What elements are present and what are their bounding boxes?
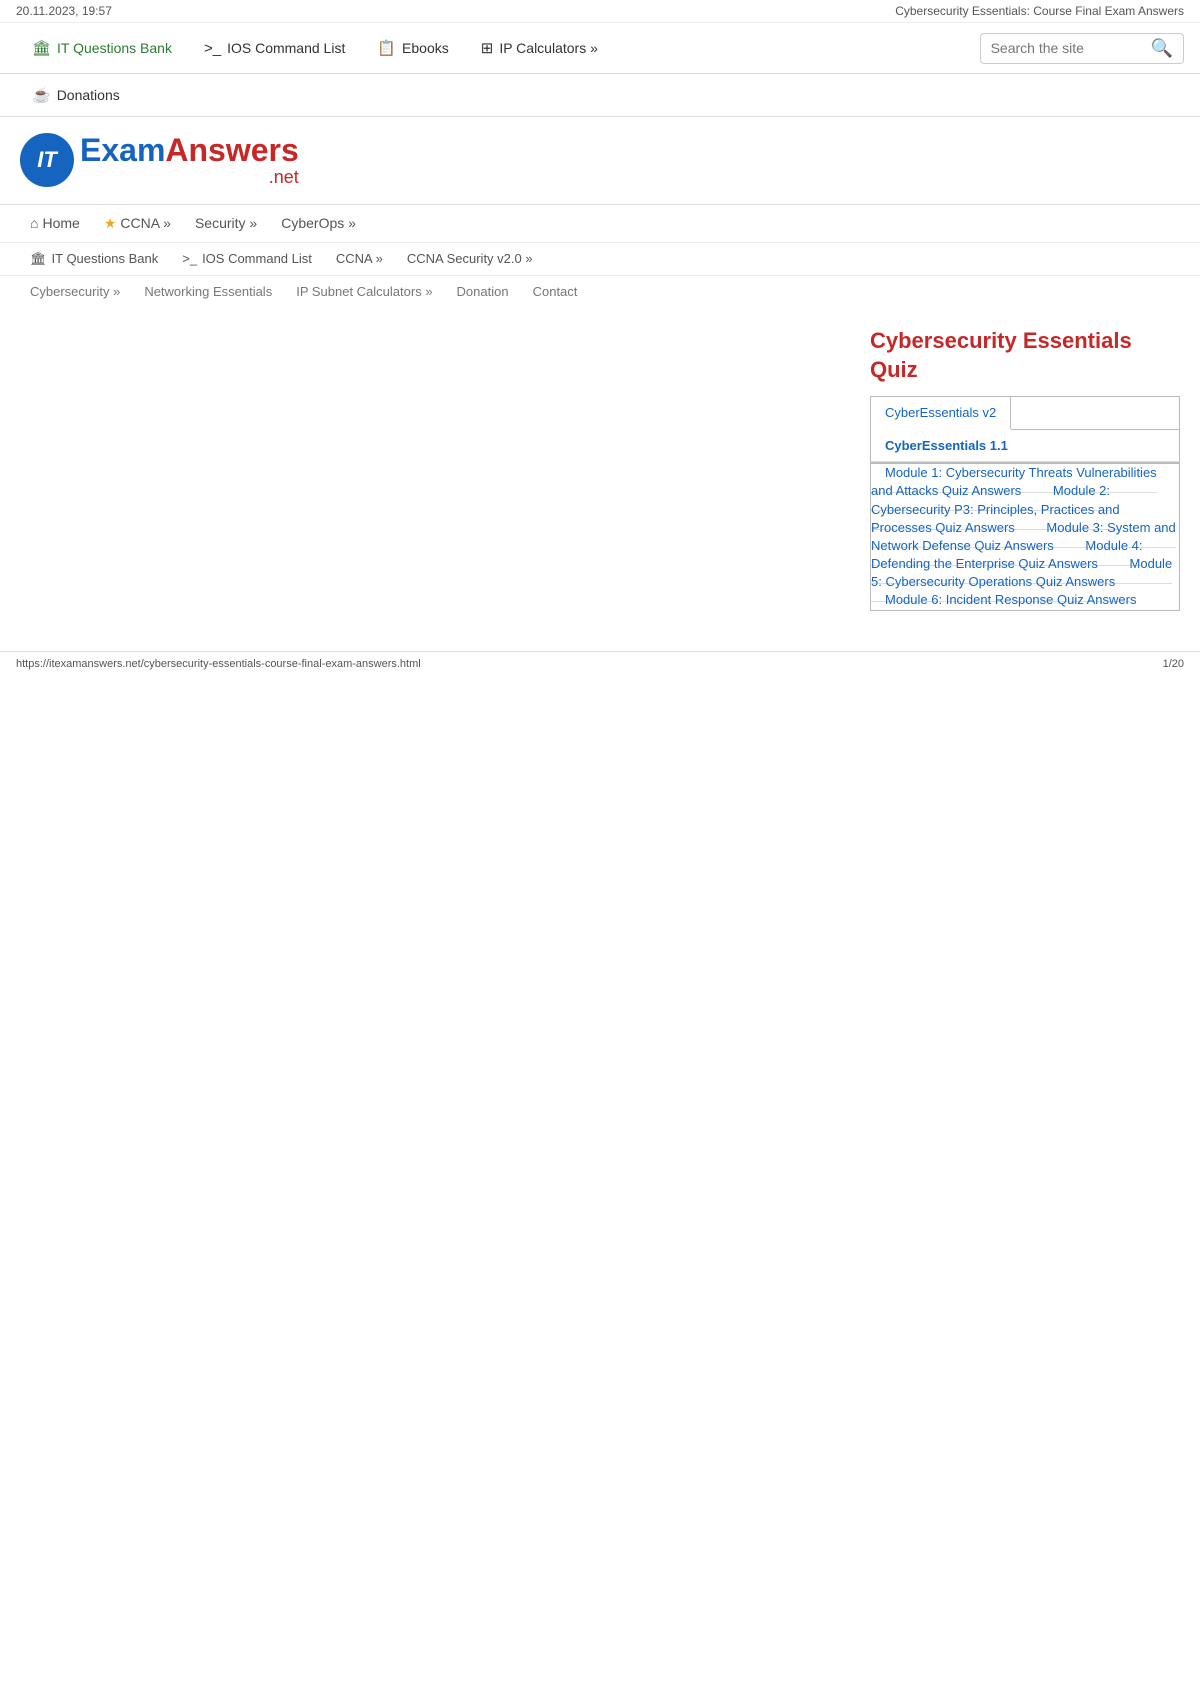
search-bar: 🔍 bbox=[980, 33, 1184, 64]
book-icon: 📋 bbox=[377, 39, 396, 57]
nav-networking-essentials[interactable]: Networking Essentials bbox=[134, 280, 282, 303]
tab-cyberessentials-v2[interactable]: CyberEssentials v2 bbox=[871, 397, 1011, 430]
module-list: Module 1: Cybersecurity Threats Vulnerab… bbox=[870, 463, 1180, 611]
third-nav: Cybersecurity » Networking Essentials IP… bbox=[0, 275, 1200, 307]
page-number: 1/20 bbox=[1163, 658, 1184, 670]
search-button[interactable]: 🔍 bbox=[1151, 38, 1173, 59]
logo-area: IT ExamAnswers .net bbox=[0, 117, 1200, 204]
nav-ccna[interactable]: ★ CCNA » bbox=[94, 211, 181, 236]
main-nav: ⌂ Home ★ CCNA » Security » CyberOps » bbox=[0, 204, 1200, 242]
nav-ios-command-list-2[interactable]: >_ IOS Command List bbox=[172, 247, 322, 270]
page-url: https://itexamanswers.net/cybersecurity-… bbox=[16, 658, 421, 670]
bottom-bar: https://itexamanswers.net/cybersecurity-… bbox=[0, 651, 1200, 676]
logo-answers-red: Answers bbox=[165, 132, 298, 168]
nav-cybersecurity[interactable]: Cybersecurity » bbox=[20, 280, 130, 303]
coffee-icon: ☕ bbox=[32, 86, 51, 104]
nav-it-questions-bank[interactable]: 🏛 IT Questions Bank bbox=[16, 31, 188, 65]
star-icon: ★ bbox=[104, 215, 117, 232]
logo-circle: IT bbox=[20, 133, 74, 187]
second-nav: 🏛 IT Questions Bank >_ IOS Command List … bbox=[0, 242, 1200, 275]
nav-security[interactable]: Security » bbox=[185, 211, 267, 235]
sidebar-title: Cybersecurity Essentials Quiz bbox=[870, 327, 1180, 384]
terminal-icon-2: >_ bbox=[182, 251, 197, 266]
content-area: Cybersecurity Essentials Quiz CyberEssen… bbox=[0, 307, 1200, 631]
content-right: Cybersecurity Essentials Quiz CyberEssen… bbox=[870, 327, 1180, 611]
top-navbar: 🏛 IT Questions Bank >_ IOS Command List … bbox=[0, 23, 1200, 74]
logo-text: ExamAnswers .net bbox=[80, 133, 299, 188]
timestamp-bar: 20.11.2023, 19:57 Cybersecurity Essentia… bbox=[0, 0, 1200, 23]
nav-donation[interactable]: Donation bbox=[447, 280, 519, 303]
logo-net: .net bbox=[80, 168, 299, 188]
top-nav-left: 🏛 IT Questions Bank >_ IOS Command List … bbox=[16, 31, 980, 65]
nav-home[interactable]: ⌂ Home bbox=[20, 211, 90, 235]
nav-cyberops[interactable]: CyberOps » bbox=[271, 211, 366, 235]
nav-contact[interactable]: Contact bbox=[523, 280, 588, 303]
home-icon: ⌂ bbox=[30, 215, 38, 231]
nav-ios-command-list[interactable]: >_ IOS Command List bbox=[188, 32, 361, 65]
bank-icon: 🏛 bbox=[32, 39, 51, 57]
tab-header: CyberEssentials v2 bbox=[871, 397, 1179, 430]
nav-it-questions-bank-2[interactable]: 🏛 IT Questions Bank bbox=[20, 247, 168, 271]
nav-ccna-security[interactable]: CCNA Security v2.0 » bbox=[397, 247, 543, 270]
nav-donations[interactable]: ☕ Donations bbox=[16, 78, 136, 112]
nav-ip-calculators[interactable]: ⊞ IP Calculators » bbox=[465, 31, 614, 65]
grid-icon: ⊞ bbox=[481, 39, 494, 57]
search-input[interactable] bbox=[991, 40, 1151, 56]
module-item-6[interactable]: Module 6: Incident Response Quiz Answers bbox=[871, 580, 1150, 619]
page-title-top: Cybersecurity Essentials: Course Final E… bbox=[895, 4, 1184, 18]
logo-it-text: IT bbox=[37, 147, 57, 173]
bank-icon-2: 🏛 bbox=[30, 251, 47, 267]
nav-ebooks[interactable]: 📋 Ebooks bbox=[361, 31, 464, 65]
timestamp: 20.11.2023, 19:57 bbox=[16, 4, 112, 18]
donations-bar: ☕ Donations bbox=[0, 74, 1200, 117]
content-left bbox=[20, 327, 850, 611]
nav-ip-subnet-calculators[interactable]: IP Subnet Calculators » bbox=[286, 280, 442, 303]
logo-exam-blue: Exam bbox=[80, 132, 165, 168]
nav-ccna-2[interactable]: CCNA » bbox=[326, 247, 393, 270]
terminal-icon: >_ bbox=[204, 40, 221, 57]
logo-exam: ExamAnswers bbox=[80, 133, 299, 168]
